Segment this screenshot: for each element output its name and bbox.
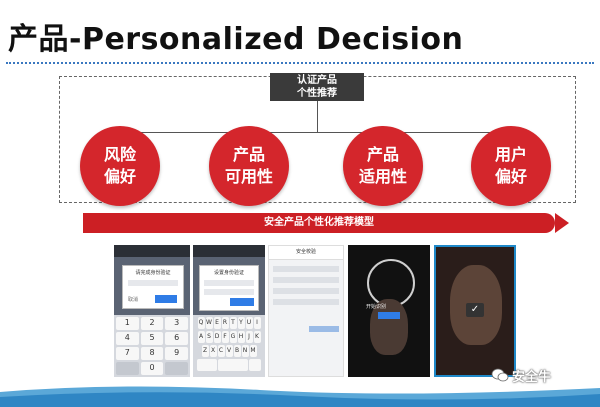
numeric-keypad: 123 456 789 0: [114, 315, 190, 377]
recommendation-label-line2: 个性推荐: [297, 88, 337, 99]
circle-product-usability: 产品 可用性: [209, 126, 289, 206]
confirm-button[interactable]: [155, 295, 177, 303]
key[interactable]: 1: [116, 317, 139, 330]
circle-label: 偏好: [494, 167, 527, 186]
connector-horizontal: [120, 132, 511, 133]
key[interactable]: 7: [116, 347, 139, 360]
circle-label: 产品: [232, 145, 265, 164]
key[interactable]: 3: [165, 317, 188, 330]
circle-label: 偏好: [103, 167, 136, 186]
password-field[interactable]: [128, 280, 178, 286]
model-banner: 安全产品个性化推荐模型: [83, 213, 555, 233]
circle-label: 用户: [494, 145, 527, 164]
scan-caption: 开始识别: [366, 304, 387, 310]
setup-dialog-title: 设置身份验证: [213, 270, 244, 276]
circle-risk-preference: 风险 偏好: [80, 126, 160, 206]
recommendation-label-line1: 认证产品: [297, 75, 337, 86]
settings-options: [273, 266, 339, 310]
option-row[interactable]: [273, 299, 339, 305]
recommendation-label: 认证产品 个性推荐: [270, 73, 364, 101]
key[interactable]: 6: [165, 332, 188, 345]
bottom-wave: [0, 386, 600, 407]
key[interactable]: 8: [140, 347, 164, 360]
screenshot-face-verified: ✓: [434, 245, 516, 377]
key[interactable]: [165, 362, 188, 375]
qwerty-keyboard: QWERTYUI ASDFGHJK ZXCVBNM: [193, 315, 265, 377]
key[interactable]: 9: [165, 347, 188, 360]
settings-link[interactable]: [309, 326, 339, 332]
setup-dialog: 设置身份验证: [199, 265, 259, 311]
option-row[interactable]: [273, 288, 339, 294]
screenshot-verify-keypad: 请完成身份验证 取消 123 456 789 0: [114, 245, 190, 377]
key[interactable]: [116, 362, 139, 375]
circle-label: 可用性: [224, 167, 273, 186]
key[interactable]: 0: [140, 362, 164, 375]
circle-product-applicability: 产品 适用性: [343, 126, 423, 206]
input-field[interactable]: [204, 280, 254, 286]
circle-label: 适用性: [358, 167, 407, 186]
key[interactable]: 5: [140, 332, 164, 345]
confirm-button[interactable]: [230, 298, 254, 306]
connector-trunk: [317, 101, 318, 132]
verify-dialog: 请完成身份验证 取消: [122, 265, 184, 309]
banner-arrow-tip: [555, 213, 569, 233]
screenshot-security-settings: 安全校验: [268, 245, 344, 377]
input-field[interactable]: [204, 289, 254, 295]
page-title: 产品-Personalized Decision: [8, 22, 464, 57]
screenshot-verify-keyboard: 设置身份验证 QWERTYUI ASDFGHJK ZXCVBNM: [193, 245, 265, 377]
cancel-button[interactable]: 取消: [128, 296, 138, 303]
scan-button[interactable]: [378, 312, 400, 319]
check-icon: ✓: [466, 303, 484, 317]
circle-label: 风险: [103, 145, 136, 164]
circle-label: 产品: [366, 145, 399, 164]
settings-header: 安全校验: [269, 246, 343, 260]
title-divider: [6, 62, 594, 64]
circle-user-preference: 用户 偏好: [471, 126, 551, 206]
option-row[interactable]: [273, 277, 339, 283]
key[interactable]: 2: [140, 317, 164, 330]
screenshot-face-scan: 开始识别: [348, 245, 430, 377]
wechat-icon: [491, 368, 509, 382]
verify-dialog-title: 请完成身份验证: [135, 270, 171, 276]
option-row[interactable]: [273, 266, 339, 272]
watermark: 安全牛: [512, 370, 552, 385]
key[interactable]: 4: [116, 332, 139, 345]
